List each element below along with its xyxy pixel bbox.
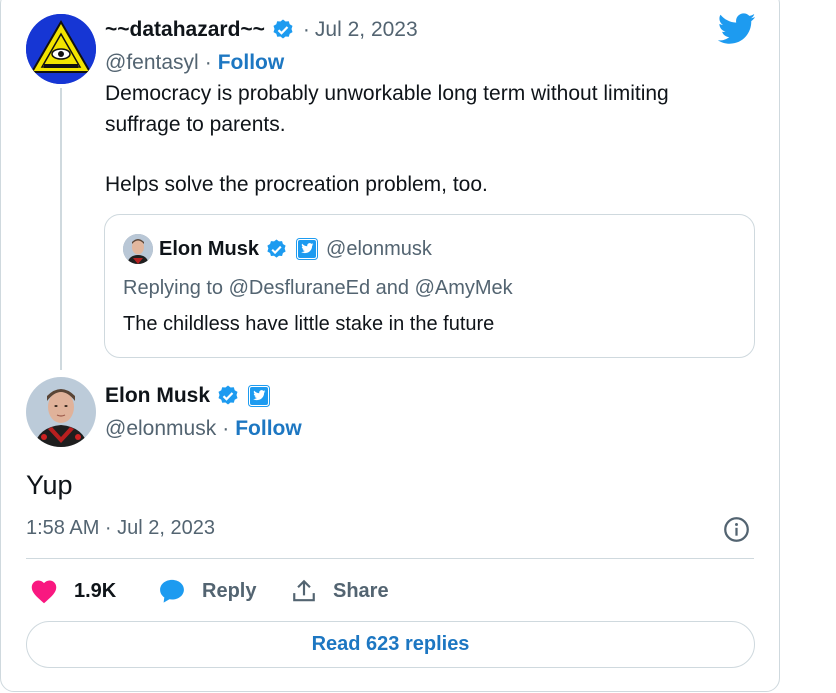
share-button[interactable]: Share [291, 577, 389, 605]
tweet-date[interactable]: Jul 2, 2023 [315, 18, 418, 42]
follow-button[interactable]: Follow [235, 417, 302, 441]
author-handle[interactable]: @elonmusk [105, 417, 216, 441]
read-replies-label: Read 623 replies [311, 633, 470, 655]
thread-connector-line [60, 88, 62, 370]
parent-tweet-header: ~~datahazard~~ · Jul 2, 2023 [105, 16, 418, 44]
author-display-name[interactable]: Elon Musk [105, 384, 210, 408]
like-count: 1.9K [74, 579, 117, 602]
divider [26, 558, 754, 559]
like-button[interactable]: 1.9K [30, 577, 116, 605]
author-handle[interactable]: @fentasyl [105, 51, 199, 75]
share-label: Share [333, 579, 389, 602]
heart-icon [31, 580, 57, 604]
follow-button[interactable]: Follow [218, 51, 285, 75]
twitter-affiliate-icon [296, 238, 319, 260]
main-tweet-subheader: @elonmusk · Follow [105, 416, 302, 442]
quoted-tweet-text: The childless have little stake in the f… [123, 313, 495, 335]
quoted-author-handle: @elonmusk [326, 237, 432, 260]
elon-musk-small-avatar [123, 234, 153, 264]
hazard-triangle-logo [26, 14, 96, 84]
tweet-text-line: Helps solve the procreation problem, too… [105, 173, 488, 196]
elon-musk-avatar[interactable] [26, 377, 96, 447]
twitter-affiliate-icon [248, 385, 271, 407]
tweet-text-line: suffrage to parents. [105, 113, 286, 136]
quoted-tweet-header: Elon Musk @elonmusk [123, 234, 432, 264]
reply-label: Reply [202, 579, 257, 602]
tweet-timestamp[interactable]: 1:58 AM · Jul 2, 2023 [26, 517, 215, 540]
verified-badge-icon [218, 385, 238, 405]
verified-badge-icon [273, 19, 293, 39]
main-tweet-text: Yup [26, 470, 73, 500]
read-replies-button[interactable]: Read 623 replies [26, 621, 755, 668]
info-icon[interactable] [723, 516, 750, 543]
parent-tweet-subheader: @fentasyl · Follow [105, 50, 284, 76]
replying-to-text: Replying to @DesfluraneEd and @AmyMek [123, 277, 513, 299]
quoted-author-name: Elon Musk [159, 237, 260, 260]
datahazard-avatar[interactable] [26, 14, 96, 84]
reply-button[interactable]: Reply [158, 577, 256, 605]
verified-badge-icon [267, 238, 286, 258]
parent-tweet-text: Democracy is probably unworkable long te… [105, 78, 669, 200]
separator-dot: · [204, 51, 212, 74]
tweet-text-line: Democracy is probably unworkable long te… [105, 82, 669, 105]
speech-bubble-icon [160, 579, 184, 603]
separator-dot: · [302, 18, 310, 41]
share-upload-icon [293, 579, 315, 602]
main-tweet-header: Elon Musk [105, 382, 271, 410]
separator-dot: · [222, 417, 230, 440]
twitter-bird-icon[interactable] [718, 12, 756, 46]
author-display-name[interactable]: ~~datahazard~~ [105, 18, 265, 42]
quoted-tweet-card[interactable]: Elon Musk @elonmusk Replying to @Desflur… [104, 214, 755, 358]
